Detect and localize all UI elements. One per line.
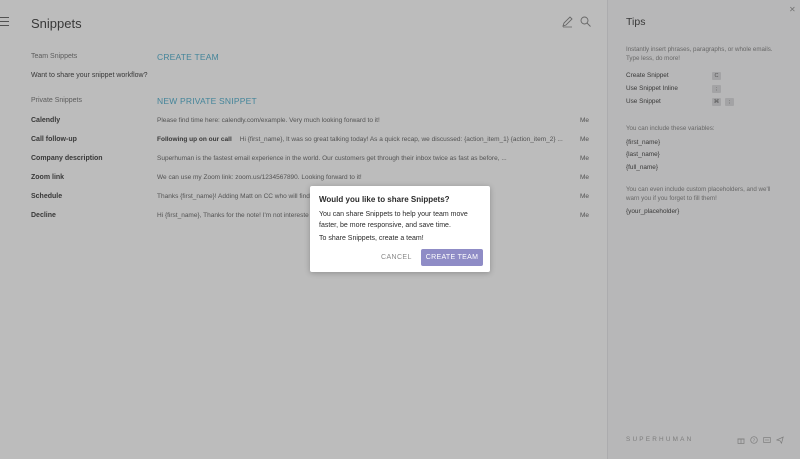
dialog-body: You can share Snippets to help your team…	[319, 211, 468, 229]
share-snippets-dialog: Would you like to share Snippets? You ca…	[310, 186, 490, 272]
create-team-button[interactable]: CREATE TEAM	[421, 249, 483, 266]
cancel-button[interactable]: CANCEL	[381, 254, 412, 261]
dialog-body-2: To share Snippets, create a team!	[319, 235, 424, 242]
dialog-title: Would you like to share Snippets?	[319, 195, 450, 204]
